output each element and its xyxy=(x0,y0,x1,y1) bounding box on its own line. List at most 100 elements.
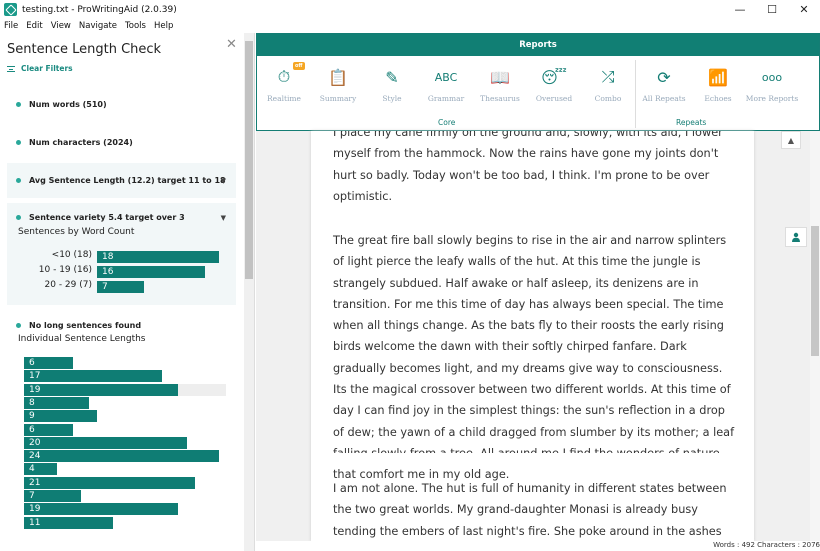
filter-icon xyxy=(7,65,15,72)
combo-icon: ⤮ xyxy=(601,67,615,86)
tool-label: Summary xyxy=(319,94,357,103)
individual-lengths-title: Individual Sentence Lengths xyxy=(18,334,146,344)
scroll-top-button[interactable]: ▲ xyxy=(781,131,801,149)
overused-icon: 😴 xyxy=(541,67,567,87)
paragraph[interactable]: The great fire ball slowly begins to ris… xyxy=(333,230,735,486)
sentence-length-bar[interactable]: 20 xyxy=(24,437,187,449)
word-count-title: Sentences by Word Count xyxy=(18,227,135,237)
tool-label: More Reports xyxy=(745,94,799,103)
user-icon xyxy=(792,232,800,242)
sentence-length-bar[interactable]: 19 xyxy=(24,503,178,515)
sentence-length-bar[interactable]: 9 xyxy=(24,410,97,422)
tool-realtime[interactable]: ⏱ off Realtime xyxy=(257,62,311,103)
app-logo-icon xyxy=(4,3,17,16)
reports-ribbon: Reports ⏱ off Realtime 📋 Summary ✎ Style ABC Gra… xyxy=(256,33,820,131)
stat-num-characters[interactable]: Num characters (2024) xyxy=(7,138,236,147)
paragraph-gap xyxy=(311,453,754,467)
stat-variety-label: Sentence variety 5.4 target over 3 xyxy=(29,213,185,222)
stat-avg-sentence-length: Avg Sentence Length (12.2) target 11 to … xyxy=(7,176,236,185)
panel-scrollbar-thumb[interactable] xyxy=(245,41,253,279)
sentence-length-bar[interactable]: 24 xyxy=(24,450,219,462)
stat-num-characters-label: Num characters (2024) xyxy=(29,138,133,147)
minimize-button[interactable]: — xyxy=(724,0,756,19)
clear-filters-link[interactable]: Clear Filters xyxy=(7,64,73,73)
tool-grammar[interactable]: ABC Grammar xyxy=(419,64,473,104)
paragraph[interactable]: I place my cane firmly on the ground and… xyxy=(333,131,735,207)
document-area: I place my cane firmly on the ground and… xyxy=(256,131,820,541)
tool-overused[interactable]: 😴 Overused xyxy=(527,64,581,104)
word-count-bar-label: 20 - 29 (7) xyxy=(44,280,92,290)
status-bar: Words : 492 Characters : 2076 xyxy=(256,541,820,551)
document-page[interactable]: I place my cane firmly on the ground and… xyxy=(311,131,754,541)
stat-avg-label: Avg Sentence Length (12.2) target 11 to … xyxy=(29,176,226,185)
sentence-length-bar[interactable]: 21 xyxy=(24,477,195,489)
menu-view[interactable]: View xyxy=(47,21,75,31)
sentence-length-bar[interactable]: 6 xyxy=(24,357,73,369)
tool-label: Overused xyxy=(535,94,573,103)
bullet-icon xyxy=(16,323,21,328)
user-button[interactable] xyxy=(785,227,807,247)
more-reports-icon: ooo xyxy=(761,70,783,84)
close-button[interactable]: ✕ xyxy=(788,0,820,19)
stat-no-long-sentences[interactable]: No long sentences found xyxy=(7,321,236,330)
ribbon-header: Reports xyxy=(257,34,819,56)
word-count-bar[interactable]: 7 xyxy=(97,281,144,293)
tool-combo[interactable]: ⤮ Combo xyxy=(581,64,635,103)
echoes-icon: 📶 xyxy=(708,67,728,87)
clear-filters-label: Clear Filters xyxy=(21,64,73,73)
sentence-length-bar[interactable]: 6 xyxy=(24,424,73,436)
sentence-length-bar[interactable]: 19 xyxy=(24,384,178,396)
bullet-icon xyxy=(16,178,21,183)
menu-tools[interactable]: Tools xyxy=(121,21,150,31)
menu-navigate[interactable]: Navigate xyxy=(75,21,121,31)
tool-label: Realtime xyxy=(267,94,301,103)
window-title: testing.txt - ProWritingAid (2.0.39) xyxy=(22,4,177,15)
tool-summary[interactable]: 📋 Summary xyxy=(311,64,365,104)
chevron-up-icon: ▲ xyxy=(787,135,795,145)
tool-label: Combo xyxy=(594,94,622,103)
menu-file[interactable]: File xyxy=(0,21,22,31)
word-count-bar-label: <10 (18) xyxy=(51,250,92,260)
maximize-button[interactable]: ☐ xyxy=(756,0,788,19)
group-divider xyxy=(635,60,636,128)
sentence-length-bar[interactable]: 4 xyxy=(24,463,57,475)
bullet-icon xyxy=(16,140,21,145)
menu-edit[interactable]: Edit xyxy=(22,21,46,31)
chevron-down-icon[interactable]: ▼ xyxy=(221,177,226,185)
grammar-icon: ABC xyxy=(434,70,458,84)
stat-num-words[interactable]: Num words (510) xyxy=(7,100,236,109)
tool-all-repeats[interactable]: ⟳ All Repeats xyxy=(637,64,691,104)
menu-bar: File Edit View Navigate Tools Help xyxy=(0,19,820,33)
menu-help[interactable]: Help xyxy=(150,21,177,31)
group-label-core: Core xyxy=(438,118,456,127)
tool-echoes[interactable]: 📶 Echoes xyxy=(691,64,745,104)
sentence-length-bar[interactable]: 17 xyxy=(24,370,162,382)
tool-more-reports[interactable]: ooo More Reports xyxy=(745,64,799,104)
summary-icon: 📋 xyxy=(328,67,348,87)
sentence-length-panel: Sentence Length Check ✕ Clear Filters Nu… xyxy=(0,33,255,551)
tool-label: All Repeats xyxy=(642,94,686,103)
realtime-status-badge: off xyxy=(293,62,305,70)
avg-sentence-section[interactable]: Avg Sentence Length (12.2) target 11 to … xyxy=(7,163,236,198)
panel-close-icon[interactable]: ✕ xyxy=(226,37,237,52)
word-count-bar[interactable]: 16 xyxy=(97,266,205,278)
document-scrollbar-thumb[interactable] xyxy=(811,226,819,356)
word-char-count: Words : 492 Characters : 2076 xyxy=(713,541,820,549)
stat-sentence-variety: Sentence variety 5.4 target over 3 xyxy=(7,213,236,222)
sentence-length-bar[interactable]: 8 xyxy=(24,397,89,409)
tool-label: Grammar xyxy=(427,94,465,103)
paragraph[interactable]: I am not alone. The hut is full of human… xyxy=(333,478,735,541)
tool-label: Style xyxy=(382,94,402,103)
chevron-down-icon[interactable]: ▼ xyxy=(221,214,226,222)
sentence-length-bar[interactable]: 11 xyxy=(24,517,113,529)
panel-title: Sentence Length Check xyxy=(7,42,162,57)
group-label-repeats: Repeats xyxy=(676,118,707,127)
tool-thesaurus[interactable]: 📖 Thesaurus xyxy=(473,64,527,104)
tool-label: Echoes xyxy=(704,94,732,103)
sentence-length-bar[interactable]: 7 xyxy=(24,490,81,502)
thesaurus-icon: 📖 xyxy=(490,67,510,87)
tool-style[interactable]: ✎ Style xyxy=(365,64,419,104)
bullet-icon xyxy=(16,102,21,107)
style-icon: ✎ xyxy=(385,67,399,87)
word-count-bar[interactable]: 18 xyxy=(97,251,219,263)
